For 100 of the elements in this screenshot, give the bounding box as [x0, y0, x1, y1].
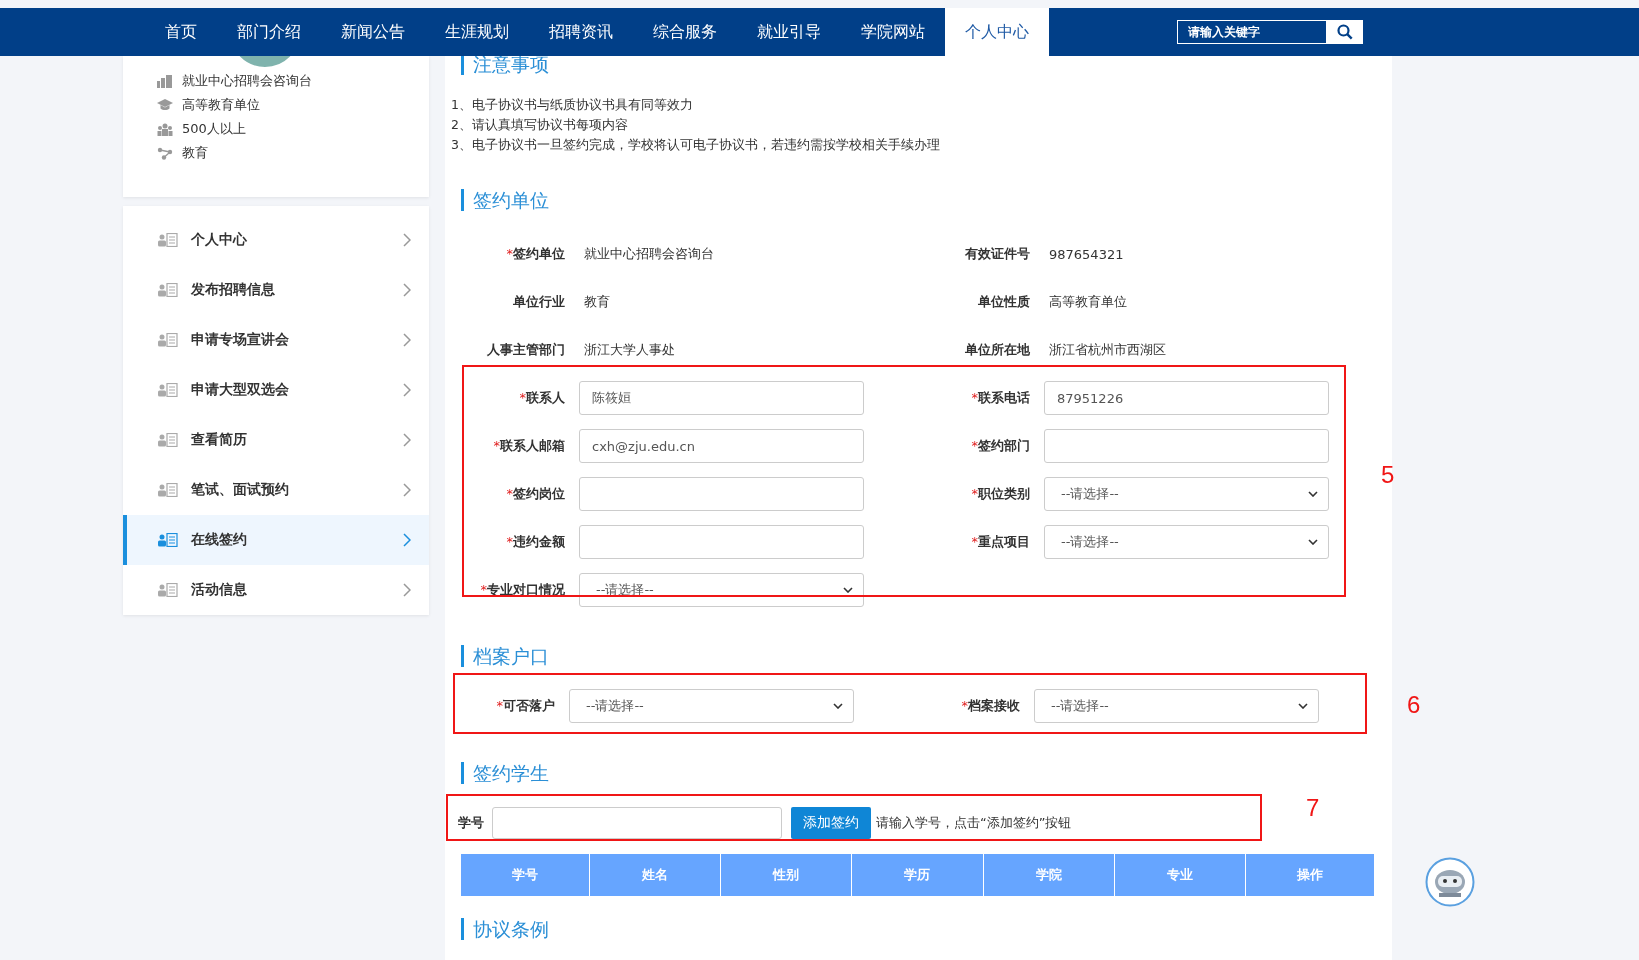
nav-tab[interactable]: 首页 [145, 8, 217, 56]
select-dropdown[interactable]: --请选择-- [579, 573, 864, 607]
caret-icon [1298, 703, 1308, 709]
company-info-text: 500人以上 [182, 120, 246, 138]
field-value: 987654321 [1048, 246, 1125, 262]
column-header: 学历 [851, 854, 983, 896]
user-list-icon [158, 533, 178, 547]
chevron-icon [403, 433, 411, 447]
user-list-icon [158, 333, 178, 347]
sidebar-item[interactable]: 申请专场宣讲会 [123, 315, 429, 365]
select-dropdown[interactable]: --请选择-- [1044, 477, 1329, 511]
caret-icon [843, 587, 853, 593]
text-field[interactable]: 陈筱姮 [579, 381, 864, 415]
notice-line: 3、电子协议书一旦签约完成，学校将认可电子协议书，若违约需按学校相关手续办理 [451, 136, 941, 154]
field-label: 单位性质 [977, 293, 1030, 311]
sidebar-item[interactable]: 查看简历 [123, 415, 429, 465]
search-field[interactable]: 请输入关键字 [1177, 20, 1327, 44]
company-info-text: 教育 [182, 144, 208, 162]
search-icon [1337, 24, 1353, 40]
sidebar-item[interactable]: 活动信息 [123, 565, 429, 615]
annotation-number: 5 [1381, 461, 1395, 489]
field-label: *签约岗位 [505, 485, 565, 503]
student-id-field[interactable] [492, 807, 782, 839]
notice-line: 1、电子协议书与纸质协议书具有同等效力 [451, 96, 694, 114]
hint-text: 请输入学号，点击“添加签约”按钮 [876, 814, 1072, 832]
annotation-number: 6 [1407, 691, 1421, 719]
company-info-text: 就业中心招聘会咨询台 [182, 72, 312, 90]
network-icon [157, 146, 173, 160]
caret-icon [1308, 539, 1318, 545]
column-header: 姓名 [589, 854, 721, 896]
nav-tab[interactable]: 部门介绍 [217, 8, 321, 56]
building-icon [157, 74, 173, 88]
annotation-number: 7 [1306, 794, 1320, 822]
chevron-icon [403, 533, 411, 547]
nav-tab[interactable]: 就业引导 [737, 8, 841, 56]
field-label: *档案接收 [960, 697, 1020, 715]
nav-tab[interactable]: 个人中心 [945, 8, 1049, 56]
nav-tab[interactable]: 生涯规划 [425, 8, 529, 56]
field-label: *重点项目 [970, 533, 1030, 551]
field-label: 人事主管部门 [486, 341, 565, 359]
caret-icon [1308, 491, 1318, 497]
caret-icon [833, 703, 843, 709]
chatbot-icon[interactable] [1425, 857, 1475, 907]
graduation-cap-icon [157, 99, 173, 111]
sidebar-item[interactable]: 申请大型双选会 [123, 365, 429, 415]
text-field[interactable] [1044, 429, 1329, 463]
section-heading: 档案户口 [461, 645, 1392, 667]
field-label: 学号 [458, 814, 484, 832]
user-list-icon [158, 283, 178, 297]
text-field[interactable] [579, 477, 864, 511]
text-field[interactable]: 87951226 [1044, 381, 1329, 415]
user-list-icon [158, 583, 178, 597]
select-dropdown[interactable]: --请选择-- [569, 689, 854, 723]
field-value: 浙江大学人事处 [583, 341, 676, 359]
text-field[interactable]: cxh@zju.edu.cn [579, 429, 864, 463]
field-label: *联系人邮箱 [492, 437, 565, 455]
field-value: 浙江省杭州市西湖区 [1048, 341, 1167, 359]
nav-tab[interactable]: 学院网站 [841, 8, 945, 56]
column-header: 专业 [1114, 854, 1246, 896]
section-heading: 签约学生 [461, 762, 1392, 784]
chevron-icon [403, 233, 411, 247]
search-button[interactable] [1327, 20, 1363, 44]
nav-tab[interactable]: 综合服务 [633, 8, 737, 56]
company-info-text: 高等教育单位 [182, 96, 260, 114]
nav-tab[interactable]: 新闻公告 [321, 8, 425, 56]
field-value: 就业中心招聘会咨询台 [583, 245, 715, 263]
chevron-icon [403, 333, 411, 347]
text-field[interactable] [579, 525, 864, 559]
sidebar-item[interactable]: 笔试、面试预约 [123, 465, 429, 515]
chevron-icon [403, 283, 411, 297]
field-label: *签约单位 [505, 245, 565, 263]
people-icon [157, 122, 173, 136]
user-list-icon [158, 433, 178, 447]
sidebar-item[interactable]: 在线签约 [123, 515, 429, 565]
user-list-icon [158, 233, 178, 247]
field-label: 单位行业 [512, 293, 565, 311]
field-label: *职位类别 [970, 485, 1030, 503]
sidebar-item[interactable]: 个人中心 [123, 215, 429, 265]
column-header: 性别 [720, 854, 852, 896]
notice-line: 2、请认真填写协议书每项内容 [451, 116, 629, 134]
user-list-icon [158, 383, 178, 397]
section-heading: 签约单位 [461, 189, 1392, 211]
column-header: 学号 [461, 854, 590, 896]
chevron-icon [403, 583, 411, 597]
user-list-icon [158, 483, 178, 497]
field-label: *签约部门 [970, 437, 1030, 455]
field-label: 有效证件号 [964, 245, 1030, 263]
field-value: 教育 [583, 293, 611, 311]
add-sign-button[interactable]: 添加签约 [791, 807, 871, 839]
field-label: *违约金额 [505, 533, 565, 551]
field-label: 单位所在地 [964, 341, 1030, 359]
section-heading: 注意事项 [461, 53, 1392, 75]
field-label: *可否落户 [495, 697, 555, 715]
chevron-icon [403, 383, 411, 397]
field-label: *联系人 [518, 389, 565, 407]
sidebar-item[interactable]: 发布招聘信息 [123, 265, 429, 315]
select-dropdown[interactable]: --请选择-- [1044, 525, 1329, 559]
select-dropdown[interactable]: --请选择-- [1034, 689, 1319, 723]
column-header: 学院 [983, 854, 1115, 896]
nav-tab[interactable]: 招聘资讯 [529, 8, 633, 56]
